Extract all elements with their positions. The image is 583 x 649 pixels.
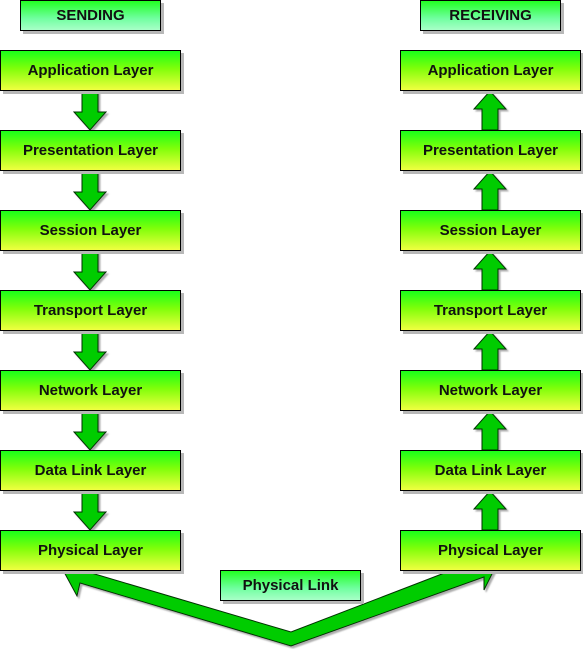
sending-header: SENDING	[20, 0, 161, 31]
recv-layer-transport: Transport Layer	[400, 290, 581, 331]
arrow-down-icon	[72, 90, 108, 131]
send-layer-physical: Physical Layer	[0, 530, 181, 571]
physical-link-label: Physical Link	[220, 570, 361, 601]
send-layer-network: Network Layer	[0, 370, 181, 411]
recv-layer-physical: Physical Layer	[400, 530, 581, 571]
recv-layer-data-link: Data Link Layer	[400, 450, 581, 491]
arrow-down-icon	[72, 170, 108, 211]
send-layer-session: Session Layer	[0, 210, 181, 251]
arrow-down-icon	[72, 330, 108, 371]
arrow-down-icon	[72, 490, 108, 531]
send-layer-application: Application Layer	[0, 50, 181, 91]
receiving-header: RECEIVING	[420, 0, 561, 31]
arrow-up-icon	[472, 90, 508, 131]
arrow-down-icon	[72, 250, 108, 291]
send-layer-data-link: Data Link Layer	[0, 450, 181, 491]
arrow-up-icon	[472, 170, 508, 211]
arrow-down-icon	[72, 410, 108, 451]
recv-layer-presentation: Presentation Layer	[400, 130, 581, 171]
recv-layer-application: Application Layer	[400, 50, 581, 91]
send-layer-transport: Transport Layer	[0, 290, 181, 331]
arrow-up-icon	[472, 330, 508, 371]
send-layer-presentation: Presentation Layer	[0, 130, 181, 171]
arrow-up-icon	[472, 250, 508, 291]
recv-layer-network: Network Layer	[400, 370, 581, 411]
arrow-up-icon	[472, 410, 508, 451]
arrow-up-icon	[472, 490, 508, 531]
recv-layer-session: Session Layer	[400, 210, 581, 251]
